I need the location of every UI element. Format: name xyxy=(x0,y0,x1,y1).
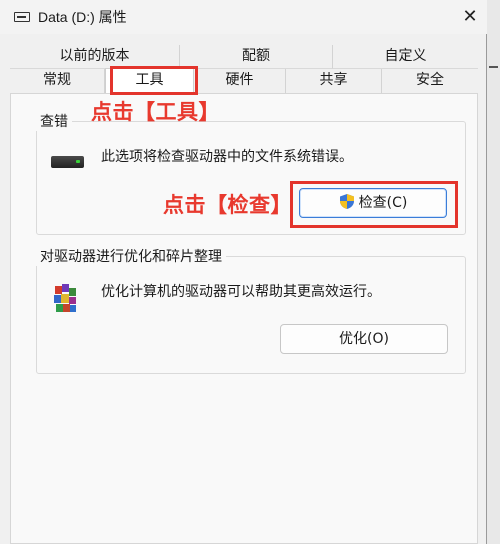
tab-row-2: 常规 工具 硬件 共享 安全 xyxy=(10,68,478,94)
optimize-button-label: 优化(O) xyxy=(339,331,389,347)
optimize-button[interactable]: 优化(O) xyxy=(280,324,448,354)
tools-tab-page: 查错 此选项将检查驱动器中的文件系统错误。 检查(C) 对驱动器进行优化和碎片整… xyxy=(10,93,478,544)
tab-sharing[interactable]: 共享 xyxy=(286,69,382,93)
annotation-click-tools: 点击【工具】 xyxy=(91,100,220,124)
tab-general[interactable]: 常规 xyxy=(10,69,105,93)
tab-row-1: 以前的版本 配额 自定义 xyxy=(10,45,478,69)
window-title: Data (D:) 属性 xyxy=(38,9,127,25)
tab-quota[interactable]: 配额 xyxy=(180,45,333,69)
defrag-icon xyxy=(54,284,76,312)
tab-security[interactable]: 安全 xyxy=(382,69,478,93)
error-checking-description: 此选项将检查驱动器中的文件系统错误。 xyxy=(101,149,353,165)
minimize-icon xyxy=(489,66,498,68)
tools-tab-highlight xyxy=(110,66,198,95)
close-button[interactable]: ✕ xyxy=(458,6,482,28)
error-checking-title: 查错 xyxy=(36,111,72,131)
drive-icon xyxy=(51,156,84,168)
check-button-highlight xyxy=(290,181,458,228)
properties-dialog: Data (D:) 属性 ✕ 以前的版本 配额 自定义 常规 工具 硬件 共享 … xyxy=(0,0,487,544)
annotation-click-check: 点击【检查】 xyxy=(163,193,292,217)
tab-hardware[interactable]: 硬件 xyxy=(194,69,286,93)
optimize-group xyxy=(36,256,466,374)
title-bar: Data (D:) 属性 ✕ xyxy=(0,0,487,34)
tab-customize[interactable]: 自定义 xyxy=(333,45,478,69)
window-icon xyxy=(14,12,30,22)
optimize-title: 对驱动器进行优化和碎片整理 xyxy=(36,246,226,266)
background-window-strip xyxy=(487,0,500,544)
close-icon: ✕ xyxy=(462,6,478,27)
optimize-description: 优化计算机的驱动器可以帮助其更高效运行。 xyxy=(101,284,381,300)
